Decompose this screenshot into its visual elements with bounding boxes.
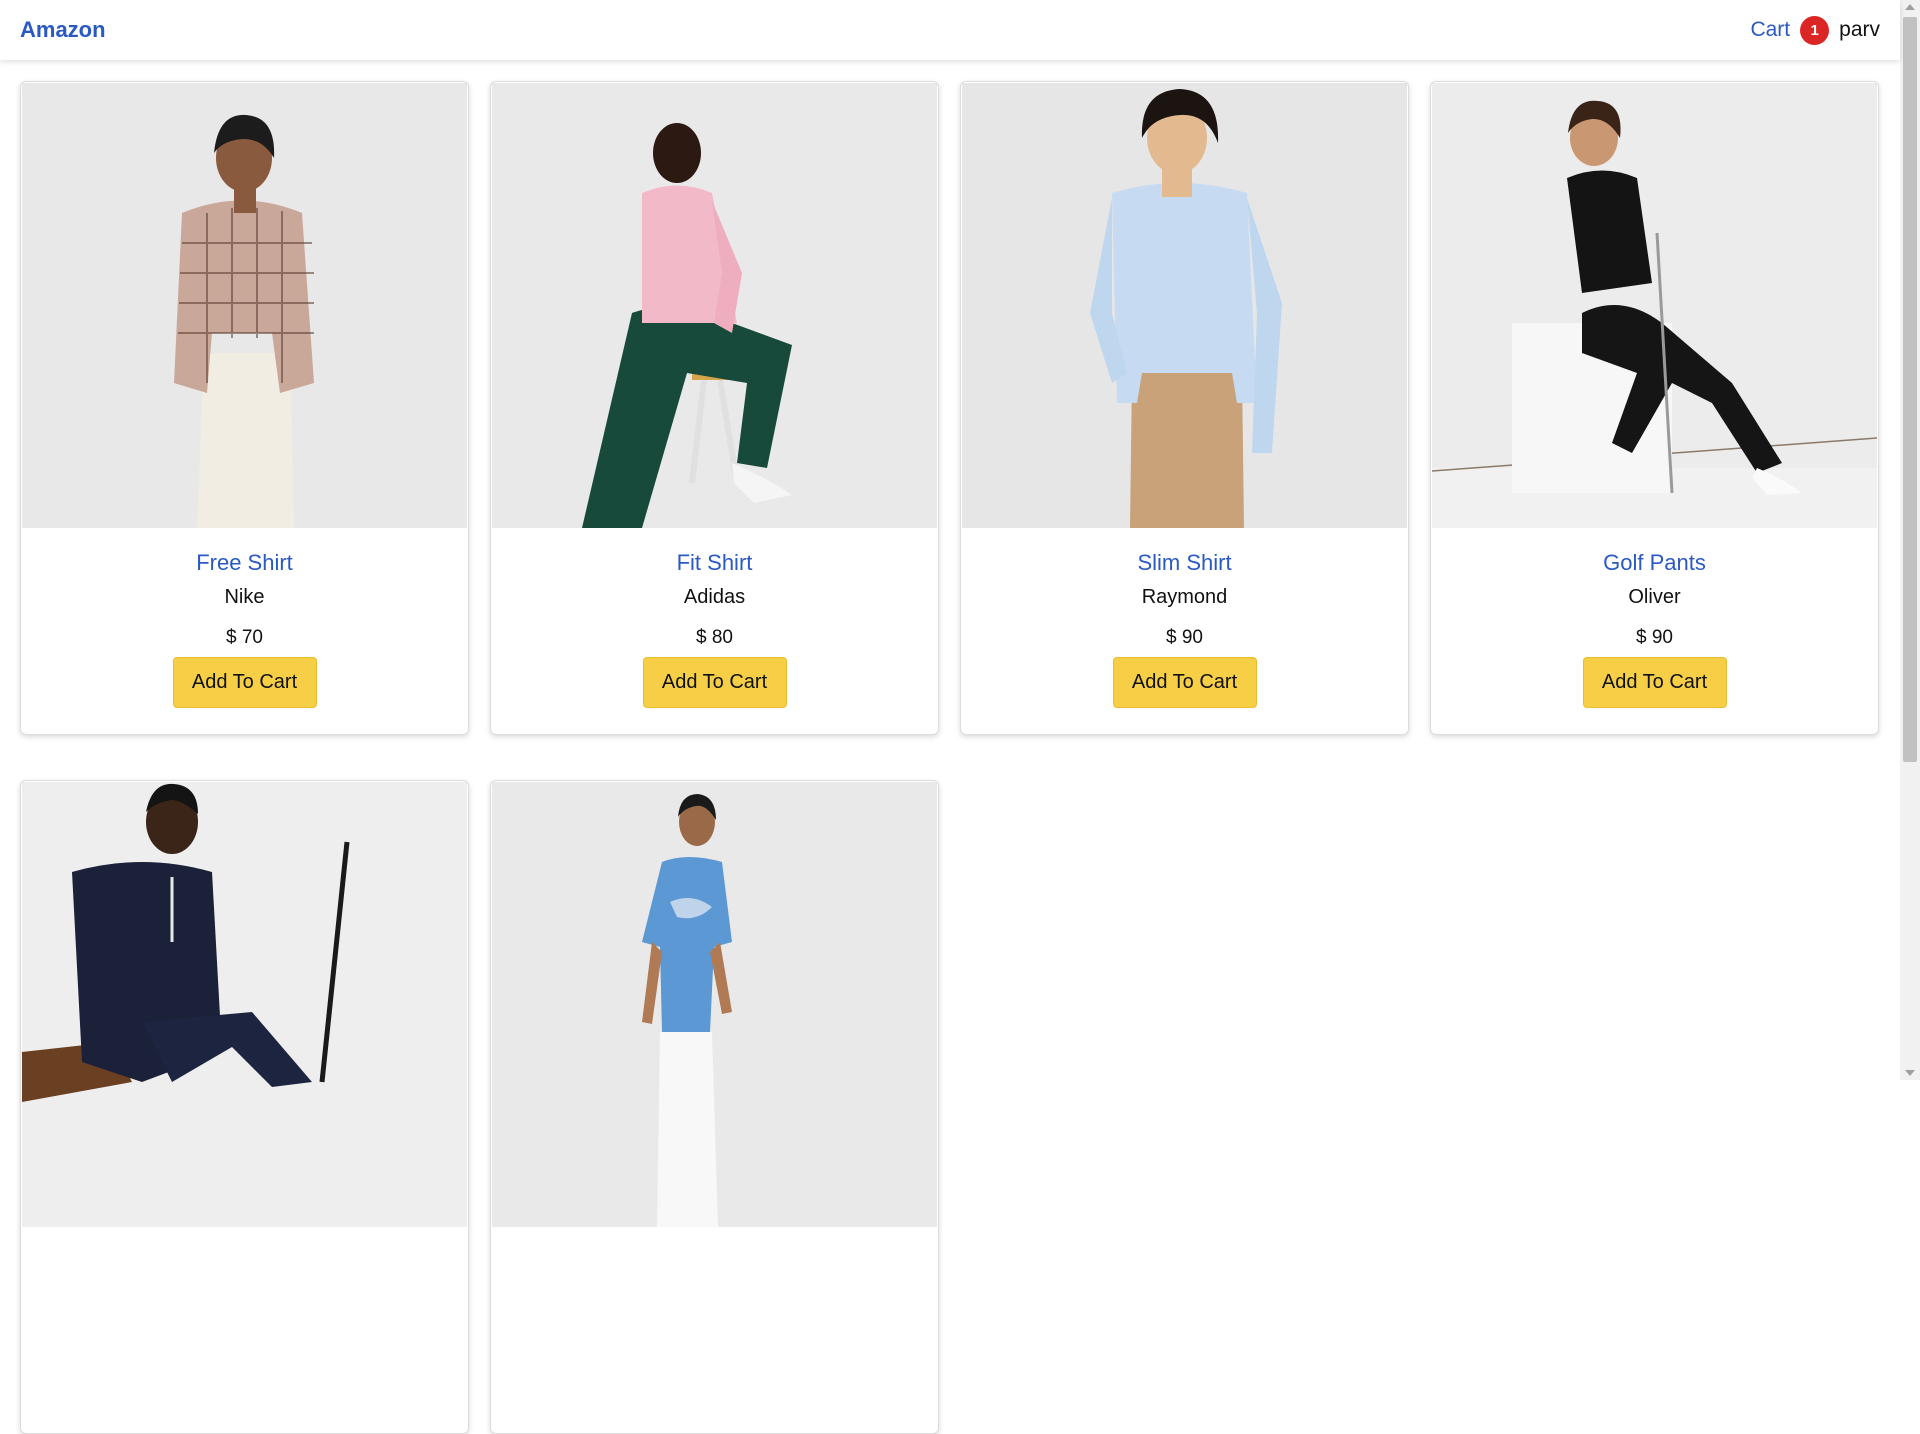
product-image — [962, 83, 1407, 528]
brand-logo-link[interactable]: Amazon — [20, 17, 106, 43]
product-name-link[interactable]: Golf Pants — [1431, 550, 1878, 576]
product-name-link[interactable]: Free Shirt — [21, 550, 468, 576]
product-image-link[interactable] — [22, 782, 467, 1227]
cart-link[interactable]: Cart — [1750, 18, 1790, 42]
product-price: $ 70 — [226, 627, 263, 648]
add-to-cart-button[interactable]: Add To Cart — [1582, 657, 1727, 708]
product-price: $ 90 — [1166, 627, 1203, 648]
product-image-link[interactable] — [492, 782, 937, 1227]
product-card — [20, 780, 469, 1434]
add-to-cart-button[interactable]: Add To Cart — [642, 657, 787, 708]
user-menu[interactable]: parv — [1839, 18, 1880, 42]
product-image-link[interactable] — [962, 83, 1407, 528]
product-image — [492, 83, 937, 528]
product-price: $ 80 — [696, 627, 733, 648]
product-card: Golf Pants Oliver $ 90 Add To Cart — [1430, 81, 1879, 735]
cart-count-badge: 1 — [1800, 15, 1830, 45]
product-name-link[interactable]: Fit Shirt — [491, 550, 938, 576]
page-scrollbar[interactable] — [1900, 0, 1920, 1080]
product-brand: Nike — [224, 586, 265, 608]
product-name-link[interactable]: Slim Shirt — [961, 550, 1408, 576]
product-card: Free Shirt Nike $ 70 Add To Cart — [20, 81, 469, 735]
product-image — [492, 782, 937, 1227]
add-to-cart-button[interactable]: Add To Cart — [172, 657, 317, 708]
scrollbar-thumb[interactable] — [1903, 17, 1917, 762]
product-image — [1432, 83, 1877, 528]
product-image — [22, 83, 467, 528]
product-brand: Raymond — [1141, 586, 1228, 608]
product-image-link[interactable] — [492, 83, 937, 528]
product-card: Slim Shirt Raymond $ 90 Add To Cart — [960, 81, 1409, 735]
product-brand: Oliver — [1628, 586, 1681, 608]
scroll-down-arrow-icon[interactable] — [1905, 1070, 1915, 1076]
product-image-link[interactable] — [22, 83, 467, 528]
product-image — [22, 782, 467, 1227]
product-price: $ 90 — [1636, 627, 1673, 648]
add-to-cart-button[interactable]: Add To Cart — [1112, 657, 1257, 708]
top-navbar: Amazon Cart 1 parv — [0, 0, 1900, 60]
product-brand: Adidas — [683, 586, 746, 608]
product-card — [490, 780, 939, 1434]
nav-right: Cart 1 parv — [1750, 15, 1880, 45]
scroll-up-arrow-icon[interactable] — [1905, 4, 1915, 10]
product-card: Fit Shirt Adidas $ 80 Add To Cart — [490, 81, 939, 735]
product-image-link[interactable] — [1432, 83, 1877, 528]
